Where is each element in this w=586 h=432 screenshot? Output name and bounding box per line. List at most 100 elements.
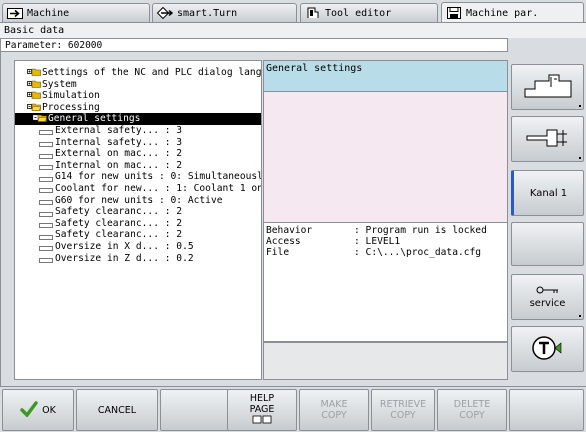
service-label: service (529, 298, 566, 309)
tab-label: Machine par. (466, 7, 539, 19)
tree-label: General settings (48, 113, 141, 125)
parameter-icon (39, 174, 53, 182)
ok-button[interactable]: OK (2, 389, 74, 431)
info-value: : C:\...\proc_data.cfg (354, 247, 482, 258)
lathe-icon (523, 73, 573, 102)
tree-label: External safety... : 3 (55, 124, 183, 136)
tab-label: Tool editor (325, 7, 392, 19)
tree-item-param[interactable]: Internal on mac... : 2 (15, 160, 261, 172)
machine-view-button[interactable] (511, 64, 584, 110)
channel-button[interactable]: Kanal 1 (511, 170, 584, 216)
tree-item-param[interactable]: Safety clearanc... : 2 (15, 229, 261, 241)
make-copy-button[interactable]: MAKE COPY (299, 389, 369, 431)
tree-item-param[interactable]: External safety... : 3 (15, 125, 261, 137)
tool-view-button[interactable] (511, 116, 584, 162)
info-value: : Program run is locked (354, 225, 487, 236)
tree-label: Safety clearanc... : 2 (55, 229, 183, 241)
retrieve-label-1: RETRIEVE (379, 399, 427, 410)
tree-label: Internal safety... : 3 (55, 136, 183, 148)
tree-label: G14 for new units : 0: Simultaneousl (55, 171, 262, 183)
description-header: General settings (263, 60, 508, 92)
make-label-2: COPY (321, 410, 347, 421)
delete-label-1: DELETE (453, 399, 491, 410)
tree-item-param[interactable]: Oversize in X d... : 0.5 (15, 241, 261, 253)
parameter-icon (39, 151, 53, 159)
folder-closed-icon (27, 68, 41, 76)
retrieve-label-2: COPY (390, 410, 416, 421)
tree-item-param[interactable]: G60 for new units : 0: Active (15, 195, 261, 207)
info-row-behavior: Behavior : Program run is locked (266, 225, 505, 236)
parameter-info: Behavior : Program run is locked Access : … (263, 222, 508, 342)
tree-item-param[interactable]: Coolant for new... : 1: Coolant 1 on (15, 183, 261, 195)
folder-closed-icon (27, 91, 41, 99)
tree-item-param[interactable]: Safety clearanc... : 2 (15, 206, 261, 218)
pages-icon (252, 415, 272, 427)
help-page-button[interactable]: HELP PAGE (227, 389, 297, 431)
cancel-label: CANCEL (97, 404, 137, 416)
horizontal-softkeys: OK CANCEL HELP PAGE MAKE COPY RETRIEVE C… (0, 386, 586, 432)
softkey-indicator (579, 157, 581, 159)
tool-table-button[interactable] (511, 326, 584, 372)
tab-machine[interactable]: Machine (2, 3, 150, 22)
info-value: : LEVEL1 (354, 236, 401, 247)
tree-item-general-settings[interactable]: General settings (15, 113, 261, 125)
help-label-1: HELP (249, 393, 275, 404)
tree-item-param[interactable]: Safety clearanc... : 2 (15, 218, 261, 230)
parameter-icon (39, 197, 53, 205)
tool-holder-icon (305, 7, 321, 19)
tab-tool-editor[interactable]: Tool editor (300, 3, 438, 22)
folder-open-icon (33, 114, 47, 123)
retrieve-copy-button[interactable]: RETRIEVE COPY (371, 389, 435, 431)
tree-label: Oversize in Z d... : 0.2 (55, 252, 194, 264)
tree-item-param[interactable]: External on mac... : 2 (15, 148, 261, 160)
tree-item-param[interactable]: Internal safety... : 3 (15, 137, 261, 149)
parameter-icon (39, 127, 53, 136)
tab-smart-turn[interactable]: smart.Turn (152, 3, 297, 22)
tree-label: Internal on mac... : 2 (55, 159, 183, 171)
tree-item-param[interactable]: G14 for new units : 0: Simultaneousl (15, 171, 261, 183)
tab-machine-par[interactable]: Machine par. (441, 2, 584, 23)
tree-label: Safety clearanc... : 2 (55, 217, 183, 229)
key-icon (536, 285, 560, 298)
cancel-button[interactable]: CANCEL (76, 389, 158, 431)
vertical-softkey-empty-1[interactable] (511, 222, 584, 266)
tree-item-system[interactable]: System (15, 79, 261, 91)
tab-label: smart.Turn (177, 7, 238, 19)
tab-label: Machine (27, 7, 70, 19)
parameter-icon (39, 185, 53, 194)
page-title: Basic data (0, 22, 586, 38)
tree-label: Settings of the NC and PLC dialog langu (42, 67, 262, 78)
service-button[interactable]: service (511, 274, 584, 320)
diamond-arrow-icon (157, 7, 173, 19)
info-row-access: Access : LEVEL1 (266, 236, 505, 247)
info-key: Behavior (266, 225, 313, 236)
delete-copy-button[interactable]: DELETE COPY (437, 389, 507, 431)
t-circle-icon (531, 335, 565, 364)
spindle-icon (523, 126, 573, 153)
tree-item-simulation[interactable]: Simulation (15, 90, 261, 102)
ok-label: OK (42, 404, 56, 416)
tree-label: External on mac... : 2 (55, 148, 183, 160)
help-label-2: PAGE (249, 404, 275, 415)
tree-label: Coolant for new... : 1: Coolant 1 on (55, 182, 262, 194)
parameter-icon (39, 232, 53, 240)
horizontal-softkey-empty-2[interactable] (509, 389, 584, 431)
delete-label-2: COPY (459, 410, 485, 421)
folder-open-icon (27, 103, 41, 111)
tree-item-param[interactable]: Oversize in Z d... : 0.2 (15, 253, 261, 265)
tree-item-processing[interactable]: Processing (15, 102, 261, 114)
folder-closed-icon (27, 80, 41, 88)
parameter-icon (39, 139, 53, 147)
vertical-softkeys: Kanal 1 service (508, 52, 586, 386)
check-icon (20, 400, 38, 420)
parameter-icon (39, 243, 53, 252)
tree-label: Oversize in X d... : 0.5 (55, 240, 194, 252)
parameter-tree: Settings of the NC and PLC dialog langu … (14, 60, 262, 380)
tree-item-settings-dialog-lang[interactable]: Settings of the NC and PLC dialog langu (15, 67, 261, 79)
make-label-1: MAKE (320, 399, 348, 410)
parameter-icon (39, 220, 53, 229)
info-key: Access (266, 236, 301, 247)
arrow-right-icon (7, 7, 23, 19)
info-row-file: File: C:\...\proc_data.cfg (266, 247, 505, 258)
tree-label: Safety clearanc... : 2 (55, 206, 183, 218)
